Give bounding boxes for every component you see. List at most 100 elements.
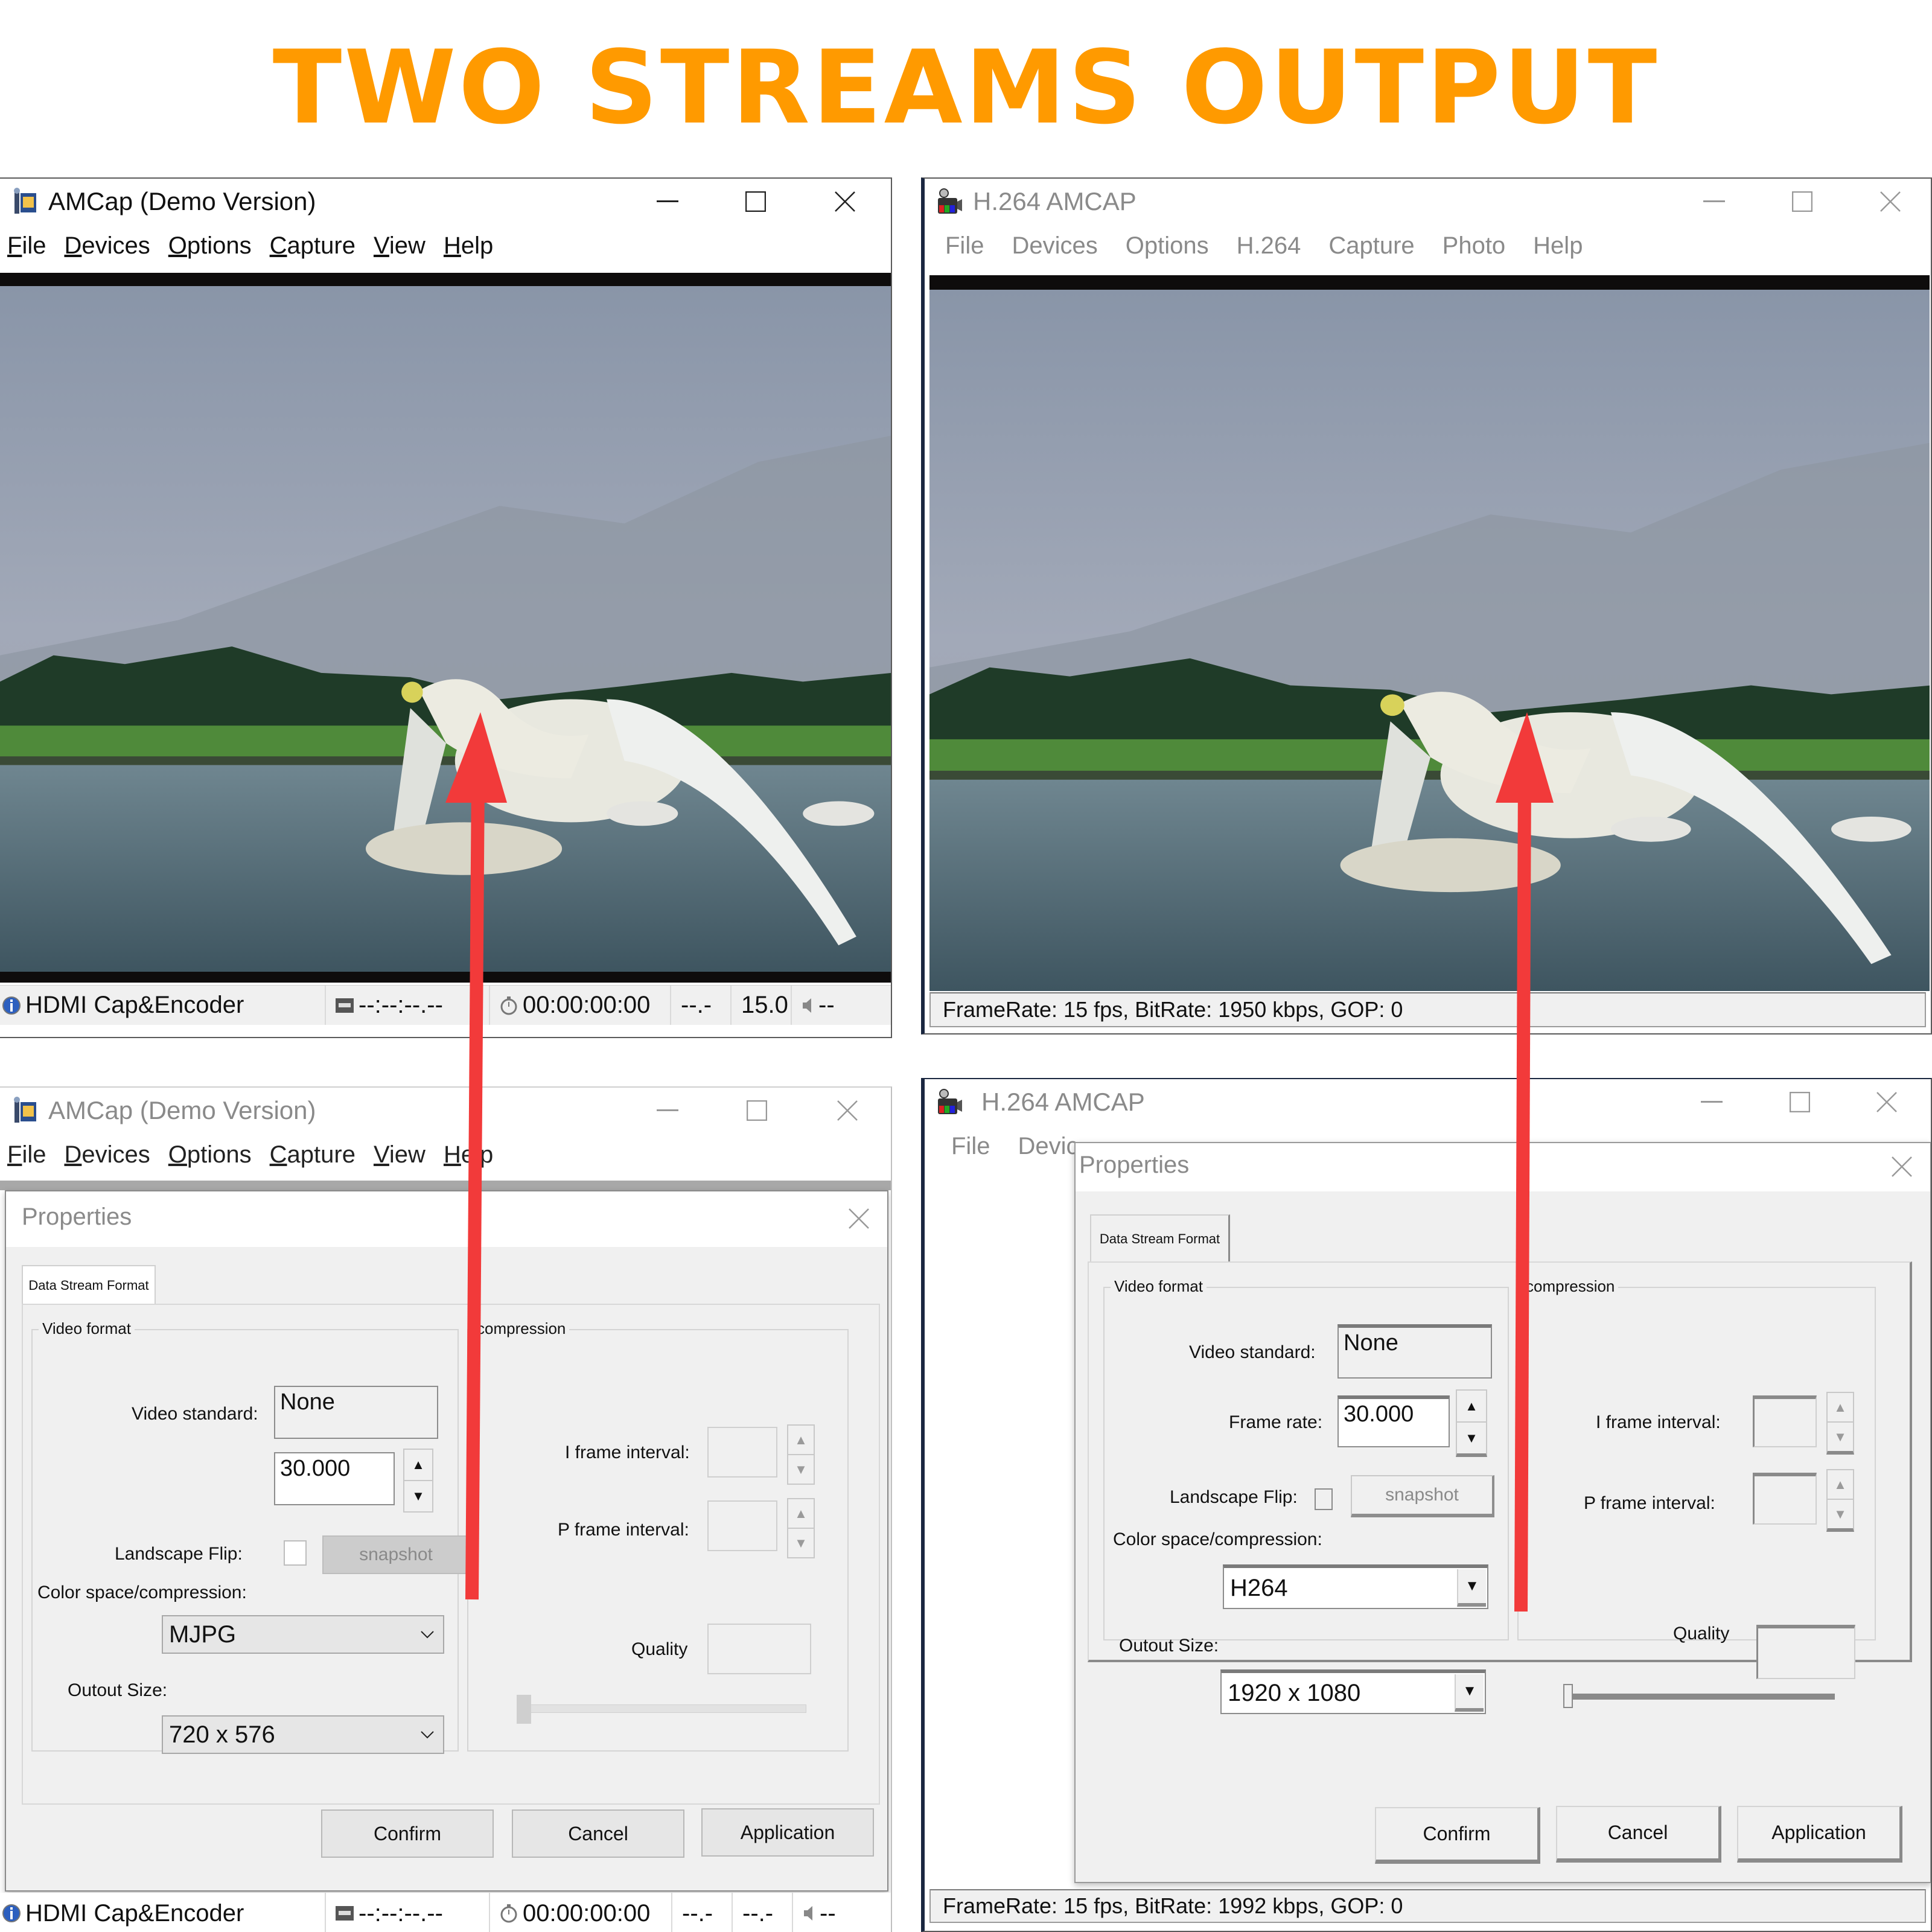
i-frame-spinner[interactable]: ▲ ▼ xyxy=(1826,1392,1854,1455)
menu-options[interactable]: Options xyxy=(168,1141,252,1168)
close-icon xyxy=(849,1208,869,1229)
color-space-select[interactable]: H264 ▼ xyxy=(1223,1564,1488,1609)
close-button[interactable] xyxy=(1851,1084,1923,1120)
p-frame-spinner[interactable]: ▲ ▼ xyxy=(787,1498,815,1558)
spin-up-icon[interactable]: ▲ xyxy=(404,1450,432,1481)
dialog-title: Properties xyxy=(1079,1152,1190,1178)
landscape-flip-checkbox[interactable] xyxy=(284,1540,307,1566)
spin-down-icon[interactable]: ▼ xyxy=(788,1455,814,1484)
spin-up-icon[interactable]: ▲ xyxy=(1457,1391,1486,1423)
frame-rate-input[interactable]: 30.000 xyxy=(274,1452,395,1505)
menu-h-264[interactable]: H.264 xyxy=(1237,232,1301,260)
menu-view[interactable]: View xyxy=(374,232,426,260)
menu-help[interactable]: Help xyxy=(444,232,493,260)
frame-edge xyxy=(0,1181,891,1190)
close-button[interactable] xyxy=(809,183,881,220)
frame-rate-spinner[interactable]: ▲ ▼ xyxy=(1456,1389,1487,1457)
spin-up-icon[interactable]: ▲ xyxy=(1828,1393,1853,1423)
spin-down-icon[interactable]: ▼ xyxy=(404,1481,432,1511)
menu-file[interactable]: File xyxy=(951,1133,990,1160)
menu-devic[interactable]: Devic xyxy=(1018,1133,1078,1160)
spin-down-icon[interactable]: ▼ xyxy=(1828,1423,1853,1451)
menu-view[interactable]: View xyxy=(374,1141,426,1168)
quality-input[interactable] xyxy=(707,1624,811,1674)
i-frame-input[interactable] xyxy=(707,1427,777,1478)
frame-rate-input[interactable]: 30.000 xyxy=(1337,1395,1450,1447)
menu-capture[interactable]: Capture xyxy=(1328,232,1414,260)
menu-file[interactable]: File xyxy=(7,232,46,260)
output-size-select[interactable]: 720 x 576 xyxy=(162,1715,444,1754)
confirm-button[interactable]: Confirm xyxy=(1375,1807,1540,1864)
menu-capture[interactable]: Capture xyxy=(270,1141,355,1168)
minimize-button[interactable] xyxy=(631,1092,704,1129)
landscape-flip-checkbox[interactable] xyxy=(1315,1488,1333,1510)
close-button[interactable] xyxy=(1854,183,1927,220)
quality-slider-track[interactable] xyxy=(520,1704,806,1713)
menu-options[interactable]: Options xyxy=(168,232,252,260)
compression-label: compression xyxy=(473,1319,570,1338)
quality-input[interactable] xyxy=(1756,1625,1855,1679)
p-frame-input[interactable] xyxy=(1753,1473,1817,1525)
tab-data-stream-format[interactable]: Data Stream Format xyxy=(1090,1214,1230,1263)
menu-devices[interactable]: Devices xyxy=(64,1141,150,1168)
spin-up-icon[interactable]: ▲ xyxy=(788,1426,814,1455)
quality-slider-thumb[interactable] xyxy=(1563,1684,1573,1708)
menu-devices[interactable]: Devices xyxy=(1012,232,1097,260)
cancel-button[interactable]: Cancel xyxy=(1556,1806,1721,1863)
i-frame-input[interactable] xyxy=(1753,1395,1817,1447)
color-space-value: H264 xyxy=(1230,1574,1288,1601)
title-bar: H.264 AMCAP xyxy=(925,179,1931,225)
menu-file[interactable]: File xyxy=(945,232,984,260)
dialog-close-button[interactable] xyxy=(1882,1148,1922,1185)
landscape-flip-label: Landscape Flip: xyxy=(115,1544,243,1564)
audio-text: -- xyxy=(818,992,835,1018)
color-space-select[interactable]: MJPG xyxy=(162,1615,444,1654)
dropdown-arrow-icon[interactable]: ▼ xyxy=(1455,1674,1484,1712)
p-frame-spinner[interactable]: ▲ ▼ xyxy=(1826,1469,1854,1532)
confirm-button[interactable]: Confirm xyxy=(321,1809,494,1858)
video-standard-field[interactable]: None xyxy=(1337,1324,1492,1379)
fps-text: 15.0 xyxy=(741,992,788,1018)
landscape-flip-label: Landscape Flip: xyxy=(1170,1487,1298,1507)
frame-rate-spinner[interactable]: ▲ ▼ xyxy=(403,1449,433,1513)
spin-down-icon[interactable]: ▼ xyxy=(1828,1500,1853,1528)
output-size-select[interactable]: 1920 x 1080 ▼ xyxy=(1220,1669,1486,1714)
dialog-close-button[interactable] xyxy=(839,1200,879,1237)
maximize-button[interactable] xyxy=(719,183,792,220)
tape-icon xyxy=(336,1906,354,1921)
dropdown-arrow-icon[interactable]: ▼ xyxy=(1457,1569,1486,1607)
snapshot-button[interactable]: snapshot xyxy=(1351,1475,1494,1517)
menu-help[interactable]: Help xyxy=(1533,232,1583,260)
quality-slider-track[interactable] xyxy=(1569,1694,1835,1700)
device-name: HDMI Cap&Encoder xyxy=(25,992,244,1018)
maximize-button[interactable] xyxy=(1766,183,1838,220)
maximize-button[interactable] xyxy=(721,1092,793,1129)
apply-button[interactable]: Application xyxy=(1737,1806,1902,1863)
minimize-button[interactable] xyxy=(1675,1084,1748,1120)
i-frame-spinner[interactable]: ▲ ▼ xyxy=(787,1424,815,1485)
menu-help[interactable]: Help xyxy=(444,1141,493,1168)
menu-options[interactable]: Options xyxy=(1126,232,1209,260)
output-size-label: Outout Size: xyxy=(68,1680,168,1700)
p-frame-input[interactable] xyxy=(707,1500,777,1551)
minimize-button[interactable] xyxy=(1678,183,1750,220)
menu-devices[interactable]: Devices xyxy=(64,232,150,260)
tab-data-stream-format[interactable]: Data Stream Format xyxy=(22,1265,156,1305)
cancel-button[interactable]: Cancel xyxy=(512,1809,684,1858)
spin-down-icon[interactable]: ▼ xyxy=(1457,1423,1486,1453)
apply-button[interactable]: Application xyxy=(701,1808,874,1857)
snapshot-button[interactable]: snapshot xyxy=(322,1535,470,1574)
menu-photo[interactable]: Photo xyxy=(1443,232,1506,260)
close-icon xyxy=(1876,1092,1897,1112)
minimize-button[interactable] xyxy=(631,183,704,220)
spin-up-icon[interactable]: ▲ xyxy=(1828,1470,1853,1500)
spin-up-icon[interactable]: ▲ xyxy=(788,1499,814,1529)
quality-slider-thumb[interactable] xyxy=(517,1695,531,1724)
menu-file[interactable]: File xyxy=(7,1141,46,1168)
maximize-button[interactable] xyxy=(1764,1084,1836,1120)
status-value: --.- xyxy=(671,986,732,1025)
close-button[interactable] xyxy=(811,1092,884,1129)
video-standard-field[interactable]: None xyxy=(274,1386,438,1439)
spin-down-icon[interactable]: ▼ xyxy=(788,1529,814,1557)
menu-capture[interactable]: Capture xyxy=(270,232,355,260)
